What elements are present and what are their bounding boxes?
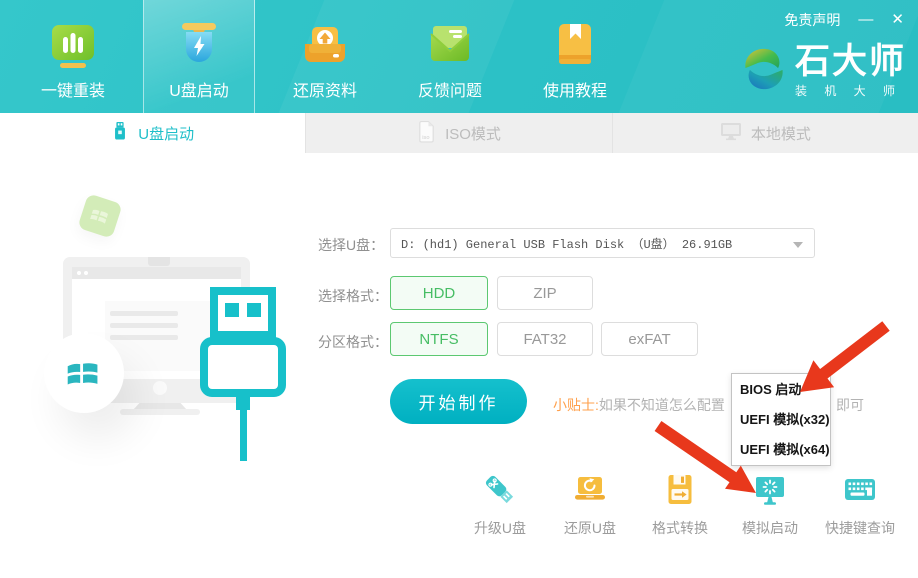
hotkey-lookup-icon <box>842 471 878 509</box>
tutorial-icon <box>550 16 600 74</box>
utility-label: 还原U盘 <box>564 518 616 538</box>
tab-usb-boot[interactable]: U盘启动 <box>0 113 305 153</box>
tip-text-left: 小贴士:如果不知道怎么配置 <box>553 395 725 415</box>
start-make-button[interactable]: 开始制作 <box>390 379 527 424</box>
utility-simulate-boot[interactable]: 模拟启动 <box>725 471 815 538</box>
utility-upgrade-usb[interactable]: 升级U盘 <box>455 471 545 538</box>
boot-menu-item-uefi-x64[interactable]: UEFI 模拟(x64) <box>732 435 830 465</box>
nav-item-reinstall[interactable]: 一键重装 <box>18 0 128 113</box>
usb-cable-stub <box>236 396 250 410</box>
main-nav: 一键重装 U盘启动 <box>18 0 630 113</box>
mode-tabs: U盘启动 iso ISO模式 本地模式 <box>0 113 918 153</box>
utility-label: 格式转换 <box>652 518 708 538</box>
windows-chip-icon <box>77 193 122 238</box>
partition-option-exfat[interactable]: exFAT <box>601 322 698 356</box>
tab-label: ISO模式 <box>445 123 501 144</box>
usb-cable <box>240 409 247 461</box>
usb-boot-icon <box>174 16 224 74</box>
boot-menu-item-uefi-x32[interactable]: UEFI 模拟(x32) <box>732 405 830 435</box>
tip-prefix: 小贴士: <box>553 397 599 413</box>
tab-label: 本地模式 <box>751 123 811 144</box>
utility-label: 模拟启动 <box>742 518 798 538</box>
minimize-button[interactable]: — <box>858 11 873 29</box>
titlebar: 免责声明 — ✕ <box>784 10 904 30</box>
tab-label: U盘启动 <box>138 123 194 144</box>
usb-select-dropdown[interactable]: D: (hd1) General USB Flash Disk （U盘） 26.… <box>390 228 815 258</box>
usb-restore-icon <box>572 471 608 509</box>
nav-label: 反馈问题 <box>418 77 482 101</box>
usb-select-label: 选择U盘： <box>318 235 384 255</box>
brand-tagline: 装 机 大 师 <box>795 82 906 99</box>
utility-hotkey-lookup[interactable]: 快捷键查询 <box>815 471 905 538</box>
monitor-base <box>120 409 200 415</box>
disclaimer-link[interactable]: 免责声明 <box>784 10 840 30</box>
partition-option-fat32[interactable]: FAT32 <box>497 322 593 356</box>
usb-boot-panel: 选择U盘： D: (hd1) General USB Flash Disk （U… <box>0 153 918 578</box>
brand-name: 石大师 <box>795 44 906 80</box>
nav-item-restore-data[interactable]: 还原资料 <box>270 0 380 113</box>
restore-data-icon <box>300 16 350 74</box>
windows-logo-badge <box>44 333 124 413</box>
boot-menu-item-bios[interactable]: BIOS 启动 <box>732 375 830 405</box>
tab-iso-mode[interactable]: iso ISO模式 <box>305 113 611 153</box>
format-option-zip[interactable]: ZIP <box>497 276 593 310</box>
app-window: 一键重装 U盘启动 <box>0 0 918 578</box>
monitor-icon <box>720 121 742 145</box>
utility-label: 快捷键查询 <box>825 518 895 538</box>
nav-label: U盘启动 <box>169 77 229 101</box>
iso-file-icon: iso <box>417 120 436 147</box>
svg-text:iso: iso <box>422 135 429 141</box>
utility-toolbar: 升级U盘 还原U盘 <box>455 471 905 538</box>
brand-logo: 石大师 装 机 大 师 <box>742 44 906 99</box>
usb-plug-body <box>200 337 286 397</box>
tab-local-mode[interactable]: 本地模式 <box>612 113 918 153</box>
nav-item-tutorial[interactable]: 使用教程 <box>520 0 630 113</box>
nav-label: 还原资料 <box>293 77 357 101</box>
partition-option-ntfs[interactable]: NTFS <box>390 322 488 356</box>
usb-upgrade-icon <box>482 471 518 509</box>
brand-logo-icon <box>742 44 786 99</box>
nav-item-usb-boot[interactable]: U盘启动 <box>143 0 255 113</box>
utility-label: 升级U盘 <box>474 518 526 538</box>
chart-reinstall-icon <box>48 16 98 74</box>
usb-plug-connector <box>210 287 276 339</box>
utility-format-convert[interactable]: 格式转换 <box>635 471 725 538</box>
usb-illustration <box>0 153 330 578</box>
boot-mode-popup: BIOS 启动 UEFI 模拟(x32) UEFI 模拟(x64) <box>731 373 831 466</box>
chevron-down-icon <box>793 242 803 248</box>
nav-label: 使用教程 <box>543 77 607 101</box>
feedback-icon <box>425 16 475 74</box>
format-label: 选择格式： <box>318 286 388 306</box>
simulate-boot-icon <box>752 471 788 509</box>
usb-icon <box>111 120 129 146</box>
nav-item-feedback[interactable]: 反馈问题 <box>395 0 505 113</box>
format-option-hdd[interactable]: HDD <box>390 276 488 310</box>
tip-text-right: 即可 <box>836 395 864 415</box>
close-button[interactable]: ✕ <box>891 11 904 29</box>
top-banner: 一键重装 U盘启动 <box>0 0 918 113</box>
partition-label: 分区格式： <box>318 332 388 352</box>
nav-label: 一键重装 <box>41 77 105 101</box>
usb-select-value: D: (hd1) General USB Flash Disk （U盘） 26.… <box>401 235 732 252</box>
format-convert-icon <box>662 471 698 509</box>
utility-restore-usb[interactable]: 还原U盘 <box>545 471 635 538</box>
